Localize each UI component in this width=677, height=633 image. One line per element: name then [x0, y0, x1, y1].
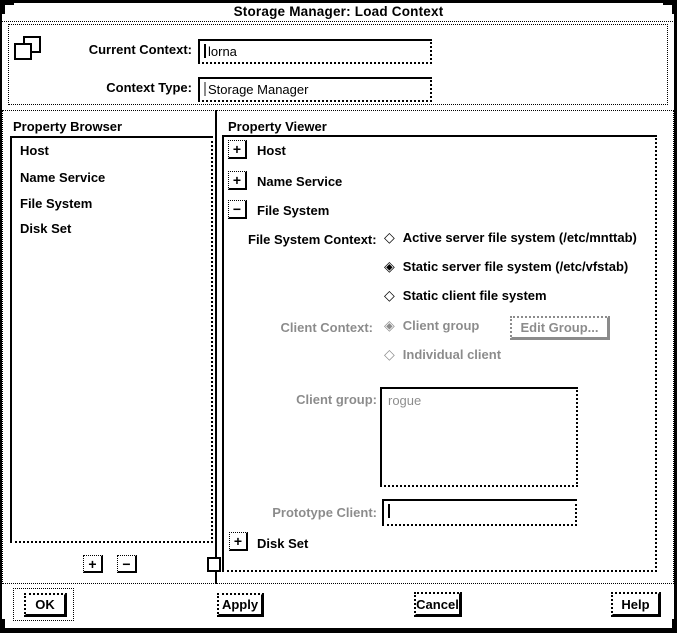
browser-expand-all-button[interactable]: + — [83, 555, 103, 573]
cancel-button[interactable]: Cancel — [414, 592, 462, 617]
help-button[interactable]: Help — [611, 592, 661, 617]
radio-diamond-icon: ◈ — [384, 259, 395, 275]
edit-group-button: Edit Group... — [510, 316, 610, 340]
radio-active-server-fs[interactable]: ◇ Active server file system (/etc/mnttab… — [384, 230, 637, 246]
tree-collapse-file-system-button[interactable]: − — [228, 200, 247, 219]
client-context-label: Client Context: — [240, 320, 373, 336]
radio-static-server-fs[interactable]: ◈ Static server file system (/etc/vfstab… — [384, 259, 628, 275]
file-system-context-label: File System Context: — [248, 232, 377, 248]
radio-label: Client group — [403, 318, 480, 334]
context-type-value: Storage Manager — [208, 82, 308, 97]
pane-sash-handle[interactable] — [207, 557, 221, 572]
pane-divider — [215, 110, 217, 584]
tree-label-name-service[interactable]: Name Service — [257, 174, 342, 190]
radio-diamond-icon: ◇ — [384, 288, 395, 304]
client-group-value: rogue — [382, 389, 576, 412]
window-border-top — [0, 0, 677, 3]
ok-button[interactable]: OK — [24, 593, 67, 617]
tree-expand-host-button[interactable]: + — [228, 140, 247, 159]
tree-label-host[interactable]: Host — [257, 143, 286, 159]
radio-client-group: ◈ Client group — [384, 318, 479, 334]
text-cursor — [388, 504, 390, 518]
text-cursor — [204, 44, 206, 58]
prototype-client-label: Prototype Client: — [240, 505, 377, 521]
tree-label-file-system[interactable]: File System — [257, 203, 329, 219]
radio-static-client-fs[interactable]: ◇ Static client file system — [384, 288, 547, 304]
radio-diamond-icon: ◈ — [384, 318, 395, 334]
current-context-input[interactable]: lorna — [198, 39, 432, 64]
context-type-label: Context Type: — [30, 80, 192, 96]
tree-label-disk-set[interactable]: Disk Set — [257, 536, 308, 552]
browser-item-file-system[interactable]: File System — [20, 196, 92, 212]
client-group-list: rogue — [380, 387, 578, 487]
browser-item-disk-set[interactable]: Disk Set — [20, 221, 71, 237]
titlebar-separator — [2, 21, 673, 22]
browser-item-host[interactable]: Host — [20, 143, 49, 159]
current-context-label: Current Context: — [30, 42, 192, 58]
radio-individual-client: ◇ Individual client — [384, 347, 501, 363]
current-context-value: lorna — [208, 44, 237, 59]
browser-collapse-all-button[interactable]: − — [117, 555, 137, 573]
storage-manager-load-context-window: Storage Manager: Load Context Current Co… — [0, 0, 677, 633]
radio-label: Static server file system (/etc/vfstab) — [403, 259, 628, 275]
client-group-label: Client group: — [240, 392, 377, 408]
property-viewer-title: Property Viewer — [228, 119, 327, 135]
radio-label: Active server file system (/etc/mnttab) — [403, 230, 637, 246]
apply-button[interactable]: Apply — [217, 593, 264, 617]
property-browser-title: Property Browser — [13, 119, 122, 135]
prototype-client-input[interactable] — [382, 499, 577, 526]
browser-item-name-service[interactable]: Name Service — [20, 170, 105, 186]
radio-label: Static client file system — [403, 288, 547, 304]
tree-expand-name-service-button[interactable]: + — [228, 171, 247, 190]
window-title: Storage Manager: Load Context — [0, 4, 677, 19]
radio-diamond-icon: ◇ — [384, 230, 395, 246]
text-cursor — [204, 82, 206, 96]
radio-label: Individual client — [403, 347, 501, 363]
window-border-bottom — [0, 628, 677, 633]
tree-expand-disk-set-button[interactable]: + — [229, 532, 248, 551]
context-type-input[interactable]: Storage Manager — [198, 77, 432, 102]
radio-diamond-icon: ◇ — [384, 347, 395, 363]
